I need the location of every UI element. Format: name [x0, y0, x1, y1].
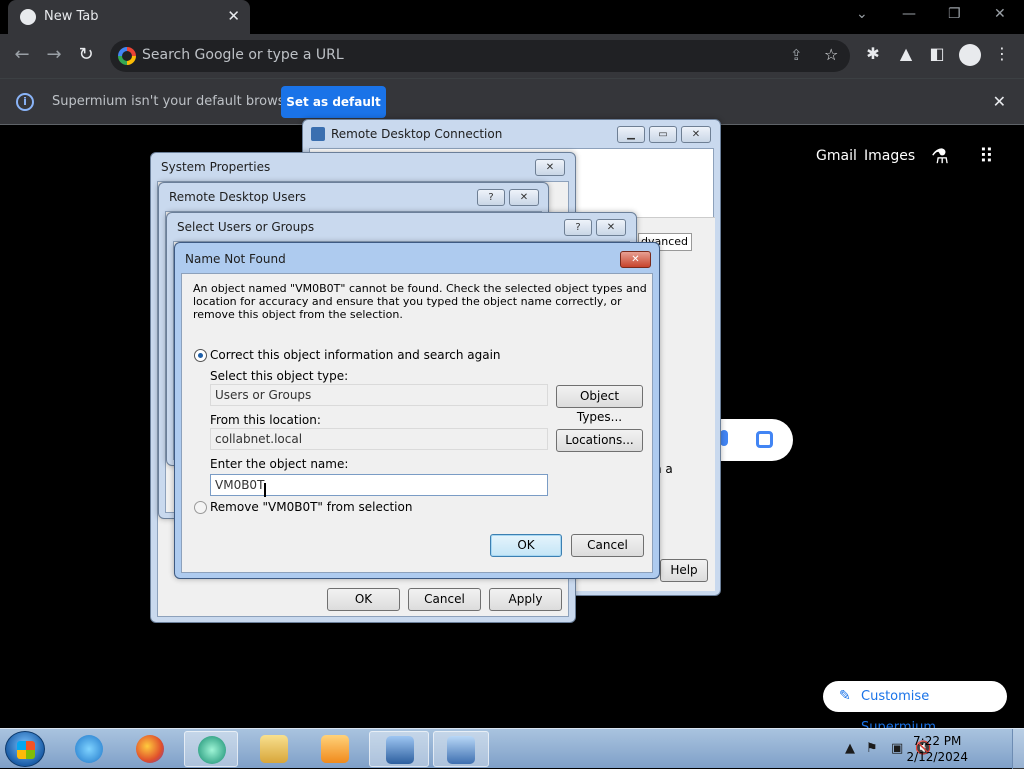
rdc-minimize-icon[interactable]: ▁: [617, 126, 645, 143]
taskbar-clock[interactable]: 7:22 PM 2/12/2024: [906, 733, 968, 765]
reload-icon[interactable]: ↻: [74, 44, 98, 65]
remote-desktop-icon: [386, 736, 414, 764]
pencil-icon: ✎: [839, 688, 851, 704]
share-icon[interactable]: ⇪: [790, 46, 803, 64]
radio-remove[interactable]: [194, 501, 207, 514]
taskbar-media-player[interactable]: [308, 731, 362, 767]
system-properties-icon: [447, 736, 475, 764]
taskbar: ▲ ⚑ ▣ 🔇 7:22 PM 2/12/2024: [0, 728, 1024, 769]
voice-search-icon[interactable]: [720, 430, 728, 446]
tab-search-icon[interactable]: ⌄: [856, 6, 868, 22]
object-type-field: Users or Groups: [210, 384, 548, 406]
clock-time: 7:22 PM: [913, 734, 962, 748]
nnf-ok-button[interactable]: OK: [490, 534, 562, 557]
omnibox-placeholder: Search Google or type a URL: [142, 47, 344, 63]
sug-title: Select Users or Groups: [177, 220, 315, 234]
tab-new-tab[interactable]: New Tab ✕: [8, 0, 250, 34]
rdu-help-icon[interactable]: ?: [477, 189, 505, 206]
google-icon: [118, 47, 136, 65]
clock-date: 2/12/2024: [906, 750, 968, 764]
customise-button[interactable]: ✎ Customise Supermium: [823, 681, 1007, 735]
sysprop-cancel-button[interactable]: Cancel: [408, 588, 481, 611]
info-icon: i: [16, 93, 34, 111]
images-link[interactable]: Images: [864, 148, 915, 164]
side-panel-icon[interactable]: ◧: [926, 44, 948, 63]
supermium-icon: [198, 736, 226, 764]
radio-correct[interactable]: [194, 349, 207, 362]
omnibox[interactable]: Search Google or type a URL ⇪ ☆: [110, 40, 850, 72]
sysprop-close-icon[interactable]: ✕: [535, 159, 565, 176]
rdc-maximize-icon[interactable]: ▭: [649, 126, 677, 143]
location-label: From this location:: [210, 413, 321, 427]
close-window-icon[interactable]: ✕: [994, 6, 1006, 22]
lens-search-icon[interactable]: [756, 431, 773, 448]
show-desktop-button[interactable]: [1012, 729, 1024, 769]
sysprop-ok-button[interactable]: OK: [327, 588, 400, 611]
forward-icon[interactable]: →: [42, 44, 66, 65]
taskbar-remote-desktop[interactable]: [369, 731, 429, 767]
radio-correct-label[interactable]: Correct this object information and sear…: [210, 348, 501, 362]
taskbar-system-properties[interactable]: [433, 731, 489, 767]
browser-toolbar: ← → ↻ Search Google or type a URL ⇪ ☆ ✱ …: [0, 34, 1024, 78]
infobar-close-icon[interactable]: ✕: [993, 92, 1006, 111]
tab-title: New Tab: [44, 9, 99, 24]
sug-help-icon[interactable]: ?: [564, 219, 592, 236]
nnf-close-icon[interactable]: ✕: [620, 251, 651, 268]
nnf-body: An object named "VM0B0T" cannot be found…: [181, 273, 653, 573]
labs-flask-icon[interactable]: ⚗: [931, 144, 949, 168]
infobar-message: Supermium isn't your default browser: [52, 94, 298, 109]
nnf-message: An object named "VM0B0T" cannot be found…: [193, 282, 647, 321]
rdu-title: Remote Desktop Users: [169, 190, 307, 204]
sysprop-apply-button[interactable]: Apply: [489, 588, 562, 611]
object-name-label: Enter the object name:: [210, 457, 349, 471]
tab-strip: New Tab ✕ ⌄ — ❐ ✕: [0, 0, 1024, 34]
action-center-flag-icon[interactable]: ⚑: [866, 741, 878, 756]
menu-kebab-icon[interactable]: ⋮: [991, 44, 1013, 63]
object-types-button[interactable]: Object Types...: [556, 385, 643, 424]
text-cursor-icon: [264, 483, 266, 497]
bookmark-star-icon[interactable]: ☆: [824, 45, 838, 64]
rdu-close-icon[interactable]: ✕: [509, 189, 539, 206]
default-browser-infobar: i Supermium isn't your default browser S…: [0, 78, 1024, 125]
labs-icon[interactable]: ▲: [895, 44, 917, 63]
extensions-icon[interactable]: ✱: [862, 44, 884, 63]
folder-icon: [260, 735, 288, 763]
tab-close-icon[interactable]: ✕: [227, 7, 240, 25]
object-name-input[interactable]: VM0B0T: [210, 474, 548, 496]
locations-button[interactable]: Locations...: [556, 429, 643, 452]
name-not-found-dialog: Name Not Found ✕ An object named "VM0B0T…: [174, 242, 660, 579]
tray-expand-icon[interactable]: ▲: [845, 741, 855, 756]
radio-correct-dot-icon: [198, 353, 203, 358]
taskbar-firefox[interactable]: [123, 731, 177, 767]
rdc-title: Remote Desktop Connection: [331, 127, 503, 141]
firefox-icon: [136, 735, 164, 763]
minimize-icon[interactable]: —: [902, 6, 916, 22]
rdc-app-icon: [311, 127, 325, 141]
media-player-icon: [321, 735, 349, 763]
rdc-help-button[interactable]: Help: [660, 559, 708, 582]
radio-remove-label[interactable]: Remove "VM0B0T" from selection: [210, 500, 412, 514]
back-icon[interactable]: ←: [10, 44, 34, 65]
network-icon[interactable]: ▣: [891, 741, 903, 756]
taskbar-ie[interactable]: [62, 731, 116, 767]
taskbar-explorer[interactable]: [247, 731, 301, 767]
restore-icon[interactable]: ❐: [948, 6, 961, 22]
location-field: collabnet.local: [210, 428, 548, 450]
nnf-title: Name Not Found: [185, 252, 286, 266]
windows-logo-icon: [17, 741, 35, 759]
gmail-link[interactable]: Gmail: [816, 148, 857, 164]
start-button[interactable]: [5, 731, 45, 767]
apps-grid-icon[interactable]: ⠿: [979, 142, 994, 170]
ie-icon: [75, 735, 103, 763]
profile-avatar-icon[interactable]: [959, 44, 981, 66]
nnf-cancel-button[interactable]: Cancel: [571, 534, 644, 557]
sysprop-title: System Properties: [161, 160, 271, 174]
sug-close-icon[interactable]: ✕: [596, 219, 626, 236]
tab-favicon-icon: [20, 9, 36, 25]
object-type-label: Select this object type:: [210, 369, 349, 383]
set-as-default-button[interactable]: Set as default: [281, 86, 386, 118]
rdc-close-icon[interactable]: ✕: [681, 126, 711, 143]
taskbar-supermium[interactable]: [184, 731, 238, 767]
